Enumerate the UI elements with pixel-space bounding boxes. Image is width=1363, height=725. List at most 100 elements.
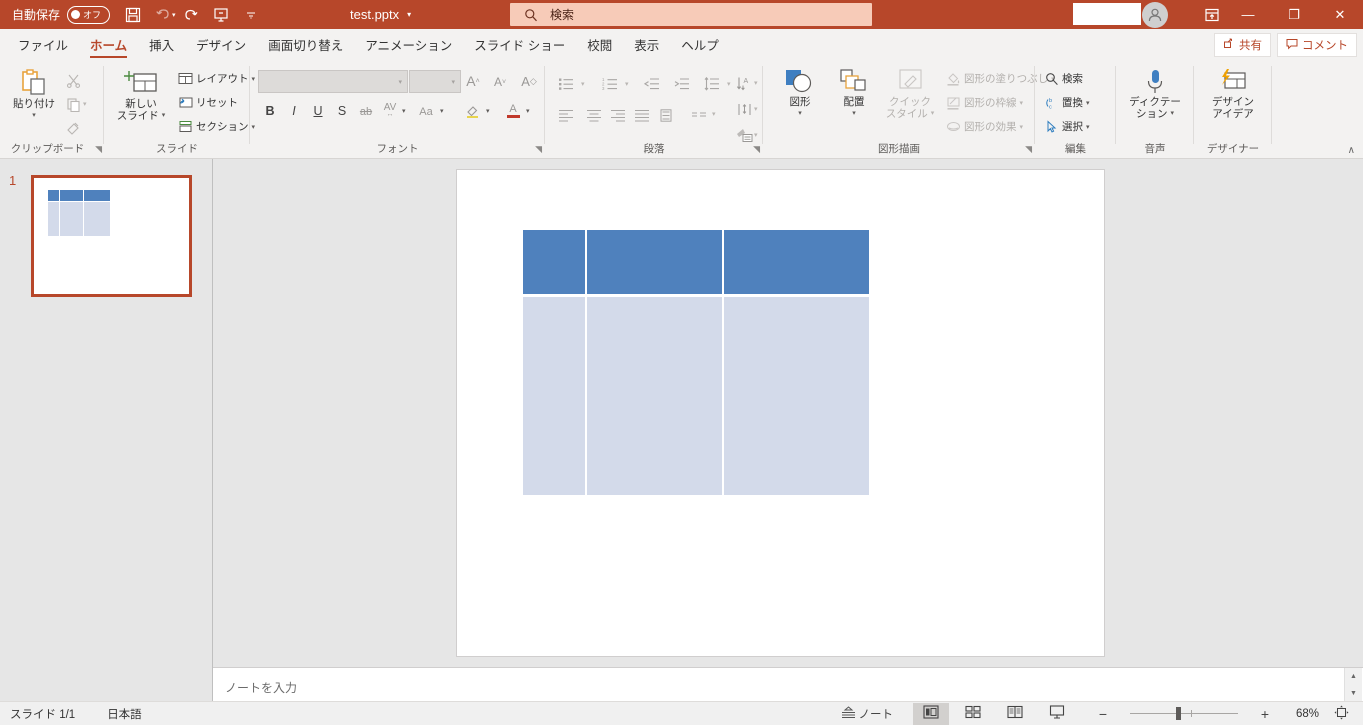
zoom-in-button[interactable]: +: [1247, 703, 1283, 725]
shapes-button[interactable]: 図形 ▾: [775, 68, 825, 120]
slide-canvas[interactable]: [456, 169, 1105, 657]
change-case-button[interactable]: Aa: [415, 101, 437, 123]
numbering-caret[interactable]: ▾: [625, 80, 629, 88]
columns-caret[interactable]: ▾: [712, 110, 716, 118]
view-normal-button[interactable]: [913, 702, 949, 725]
font-size-caret[interactable]: ▾: [451, 78, 455, 86]
scroll-up-arrow-icon[interactable]: ▲: [1345, 668, 1362, 685]
minimize-button[interactable]: —: [1225, 0, 1271, 29]
new-slide-button[interactable]: 新しい スライド ▾: [110, 68, 172, 122]
convert-to-smartart-caret[interactable]: ▾: [754, 131, 758, 139]
slide-thumbnail-panel[interactable]: 1: [0, 159, 213, 667]
tab-review[interactable]: 校閲: [577, 35, 622, 60]
save-icon[interactable]: [118, 0, 148, 29]
zoom-slider[interactable]: [1130, 707, 1238, 720]
strikethrough-button[interactable]: ab: [355, 101, 377, 123]
text-direction-button[interactable]: A: [733, 72, 755, 94]
view-slideshow-button[interactable]: [1039, 703, 1075, 725]
undo-icon[interactable]: [148, 0, 178, 29]
new-slide-dropdown-caret[interactable]: ▾: [162, 110, 166, 122]
tab-file[interactable]: ファイル: [8, 35, 78, 60]
tab-home[interactable]: ホーム: [80, 35, 137, 60]
replace-caret[interactable]: ▾: [1086, 99, 1090, 107]
notes-scrollbar[interactable]: ▲ ▼: [1344, 668, 1362, 702]
arrange-button[interactable]: 配置 ▾: [829, 68, 879, 120]
search-box[interactable]: 検索: [510, 3, 872, 26]
font-color-caret[interactable]: ▾: [526, 107, 530, 115]
font-dialog-launcher[interactable]: ◥: [535, 144, 542, 155]
comment-button[interactable]: コメント: [1277, 33, 1357, 57]
font-size-combo[interactable]: ▾: [409, 70, 461, 93]
table-row-body[interactable]: [523, 294, 869, 495]
text-highlight-button[interactable]: [462, 100, 484, 122]
columns-button[interactable]: [688, 104, 710, 126]
tab-transitions[interactable]: 画面切り替え: [258, 35, 353, 60]
distribute-button[interactable]: [655, 104, 677, 126]
view-slide-sorter-button[interactable]: [955, 703, 991, 725]
paragraph-dialog-launcher[interactable]: ◥: [753, 144, 760, 155]
dictate-button[interactable]: ディクテー ション ▾: [1122, 68, 1188, 120]
notes-toggle-button[interactable]: ノート: [835, 703, 900, 725]
align-left-button[interactable]: [555, 104, 577, 126]
paste-dropdown-caret[interactable]: ▾: [32, 110, 36, 122]
drawing-dialog-launcher[interactable]: ◥: [1025, 144, 1032, 155]
table-cell[interactable]: [523, 297, 587, 495]
avatar[interactable]: [1142, 2, 1168, 28]
design-ideas-button[interactable]: デザイン アイデア: [1200, 68, 1266, 120]
slide-thumbnail-1[interactable]: [31, 175, 192, 297]
slide-table[interactable]: [523, 230, 869, 495]
table-cell[interactable]: [523, 230, 587, 294]
increase-indent-button[interactable]: [671, 73, 693, 95]
dictate-caret[interactable]: ▾: [1170, 108, 1174, 120]
customize-quick-access-icon[interactable]: [236, 0, 266, 29]
align-right-button[interactable]: [607, 104, 629, 126]
slide-editing-area[interactable]: [213, 159, 1363, 667]
align-text-button[interactable]: [733, 98, 755, 120]
language-label[interactable]: 日本語: [107, 706, 142, 722]
decrease-indent-button[interactable]: [641, 73, 663, 95]
align-center-button[interactable]: [583, 104, 605, 126]
table-cell[interactable]: [724, 297, 869, 495]
arrange-caret[interactable]: ▾: [852, 108, 856, 120]
table-cell[interactable]: [587, 297, 724, 495]
character-spacing-button[interactable]: AV ↔: [379, 99, 401, 121]
select-caret[interactable]: ▾: [1086, 123, 1090, 131]
shapes-caret[interactable]: ▾: [798, 108, 802, 120]
tab-animations[interactable]: アニメーション: [355, 35, 462, 60]
view-reading-button[interactable]: [997, 703, 1033, 725]
scroll-down-arrow-icon[interactable]: ▼: [1345, 685, 1362, 702]
zoom-level-label[interactable]: 68%: [1283, 708, 1319, 720]
maximize-button[interactable]: ❐: [1271, 0, 1317, 29]
text-highlight-caret[interactable]: ▾: [486, 107, 490, 115]
document-title[interactable]: test.pptx ▾: [350, 0, 411, 29]
tab-design[interactable]: デザイン: [186, 35, 256, 60]
tab-help[interactable]: ヘルプ: [671, 35, 729, 60]
table-cell[interactable]: [587, 230, 724, 294]
text-shadow-button[interactable]: S: [331, 100, 353, 122]
share-button[interactable]: 共有: [1214, 33, 1271, 57]
clipboard-dialog-launcher[interactable]: ◥: [95, 144, 102, 155]
tab-view[interactable]: 表示: [624, 35, 669, 60]
select-button[interactable]: 選択 ▾: [1045, 119, 1090, 134]
change-case-caret[interactable]: ▾: [440, 107, 444, 115]
bold-button[interactable]: B: [259, 100, 281, 122]
tab-slideshow[interactable]: スライド ショー: [464, 35, 575, 60]
ribbon-display-options-icon[interactable]: [1197, 0, 1227, 29]
paste-button[interactable]: 貼り付け ▾: [8, 68, 60, 122]
tab-insert[interactable]: 挿入: [139, 35, 184, 60]
reset-button[interactable]: リセット: [178, 95, 238, 110]
line-spacing-button[interactable]: [701, 73, 723, 95]
italic-button[interactable]: I: [283, 100, 305, 122]
justify-button[interactable]: [631, 104, 653, 126]
numbering-button[interactable]: 123: [599, 73, 621, 95]
fit-slide-to-window-button[interactable]: [1323, 703, 1359, 725]
bullets-button[interactable]: [555, 73, 577, 95]
zoom-slider-handle[interactable]: [1176, 707, 1181, 720]
zoom-out-button[interactable]: −: [1085, 703, 1121, 725]
collapse-ribbon-button[interactable]: ∧: [1348, 145, 1355, 156]
character-spacing-caret[interactable]: ▾: [402, 107, 406, 115]
notes-pane[interactable]: ノートを入力: [213, 667, 1363, 703]
start-presentation-icon[interactable]: [206, 0, 236, 29]
layout-button[interactable]: レイアウト ▾: [178, 71, 255, 86]
autosave-toggle[interactable]: オフ: [67, 5, 111, 24]
